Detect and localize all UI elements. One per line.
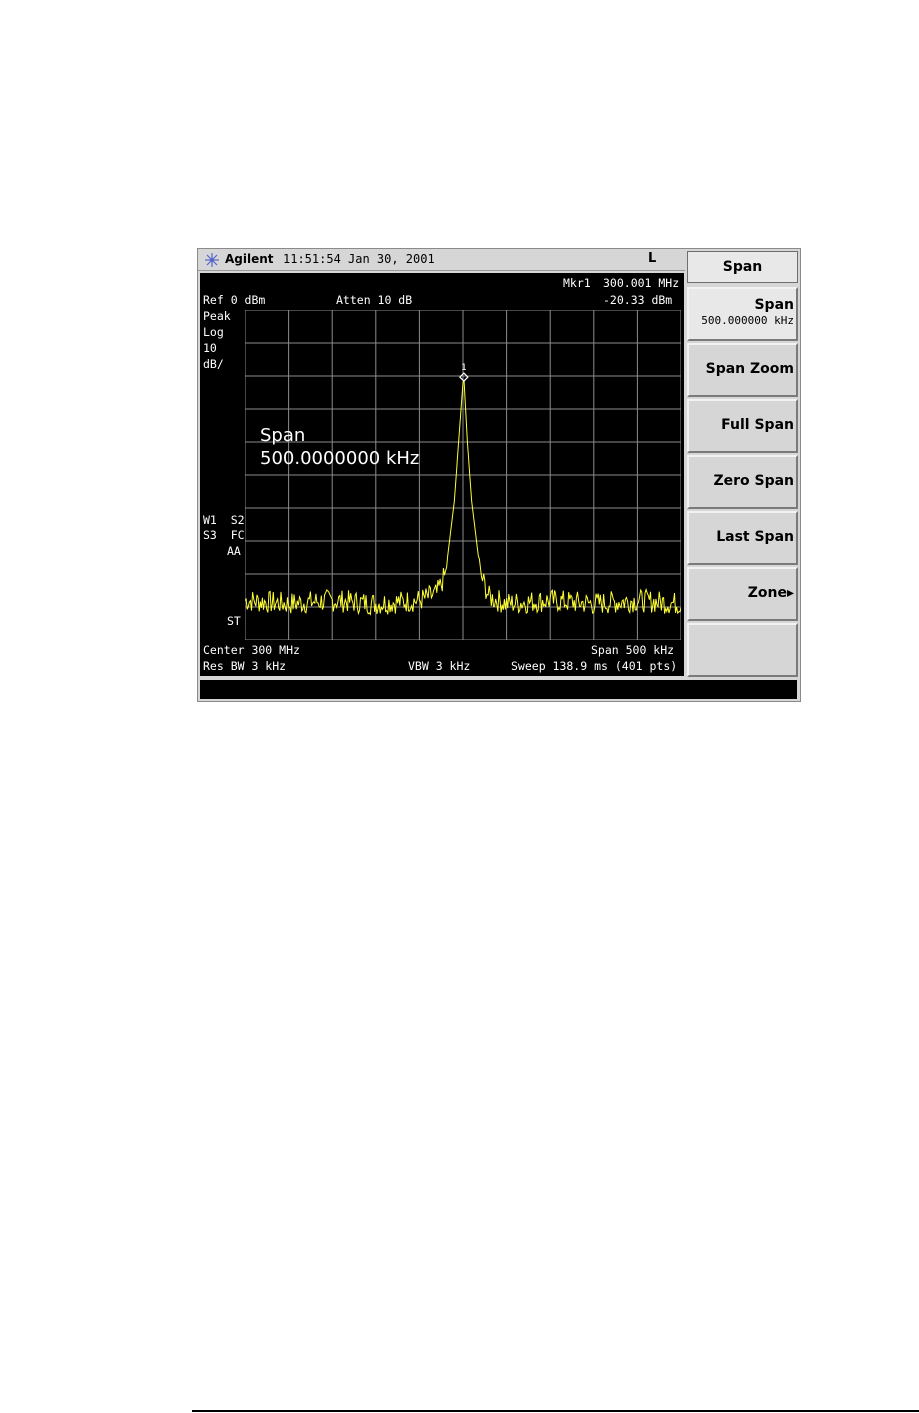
softkey-label: Full Span — [721, 417, 794, 433]
marker-number: 1 — [461, 363, 466, 373]
full-span-softkey[interactable]: Full Span — [687, 399, 798, 453]
trace-flags: W1 S2 — [203, 513, 245, 527]
page-footer-rule — [192, 1410, 919, 1412]
status-indicator: L — [648, 251, 657, 266]
trace-flags: AA — [227, 544, 241, 558]
menu-title: Span — [687, 251, 798, 283]
softkey-label: Zone▸ — [747, 585, 794, 601]
softkey-label: Span Zoom — [705, 361, 794, 377]
scale-unit: dB/ — [203, 357, 224, 371]
active-function-name: Span — [260, 425, 306, 446]
detector-mode: Peak — [203, 309, 231, 323]
marker-amplitude: -20.33 dBm — [603, 293, 673, 307]
brand-name: Agilent — [225, 252, 274, 266]
marker-frequency: 300.001 MHz — [603, 276, 680, 290]
trace-flags: ST — [227, 614, 241, 628]
span-zoom-softkey[interactable]: Span Zoom — [687, 343, 798, 397]
trace-grid: 1 — [244, 309, 682, 643]
blank-softkey[interactable] — [687, 623, 798, 677]
span-readout: Span 500 kHz — [591, 643, 675, 657]
span-softkey[interactable]: Span 500.000000 kHz — [687, 287, 798, 341]
resolution-bandwidth: Res BW 3 kHz — [203, 659, 287, 673]
video-bandwidth: VBW 3 kHz — [408, 659, 471, 673]
clock-time: 11:51:54 — [283, 252, 341, 266]
zone-softkey[interactable]: Zone▸ — [687, 567, 798, 621]
scale-value: 10 — [203, 341, 217, 355]
softkey-label: Span — [754, 297, 794, 313]
scale-type: Log — [203, 325, 224, 339]
softkey-panel: Span Span 500.000000 kHz Span Zoom Full … — [687, 249, 799, 678]
trace-flags: S3 FC — [203, 528, 245, 542]
clock-date: Jan 30, 2001 — [348, 252, 435, 266]
softkey-label: Zero Span — [713, 473, 794, 489]
zero-span-softkey[interactable]: Zero Span — [687, 455, 798, 509]
status-bar — [200, 680, 797, 699]
sweep-time: Sweep 138.9 ms (401 pts) — [511, 659, 678, 673]
title-bar: Agilent 11:51:54 Jan 30, 2001 L — [198, 249, 685, 271]
softkey-label: Last Span — [716, 529, 794, 545]
analyzer-screen: Agilent 11:51:54 Jan 30, 2001 L Mkr1 300… — [197, 248, 801, 702]
trace-display: Mkr1 300.001 MHz Ref 0 dBm Atten 10 dB -… — [200, 273, 684, 676]
marker-label: Mkr1 — [563, 276, 591, 290]
spectrum-plot: 1 — [244, 309, 682, 641]
center-frequency: Center 300 MHz — [203, 643, 300, 657]
reference-level: Ref 0 dBm — [203, 293, 266, 307]
softkey-value: 500.000000 kHz — [701, 314, 794, 327]
active-function-value: 500.0000000 kHz — [260, 448, 420, 469]
attenuation: Atten 10 dB — [336, 293, 413, 307]
agilent-logo-icon — [205, 253, 219, 267]
active-function-readout: Span 500.0000000 kHz — [260, 424, 419, 470]
marker-diamond — [459, 372, 469, 382]
last-span-softkey[interactable]: Last Span — [687, 511, 798, 565]
